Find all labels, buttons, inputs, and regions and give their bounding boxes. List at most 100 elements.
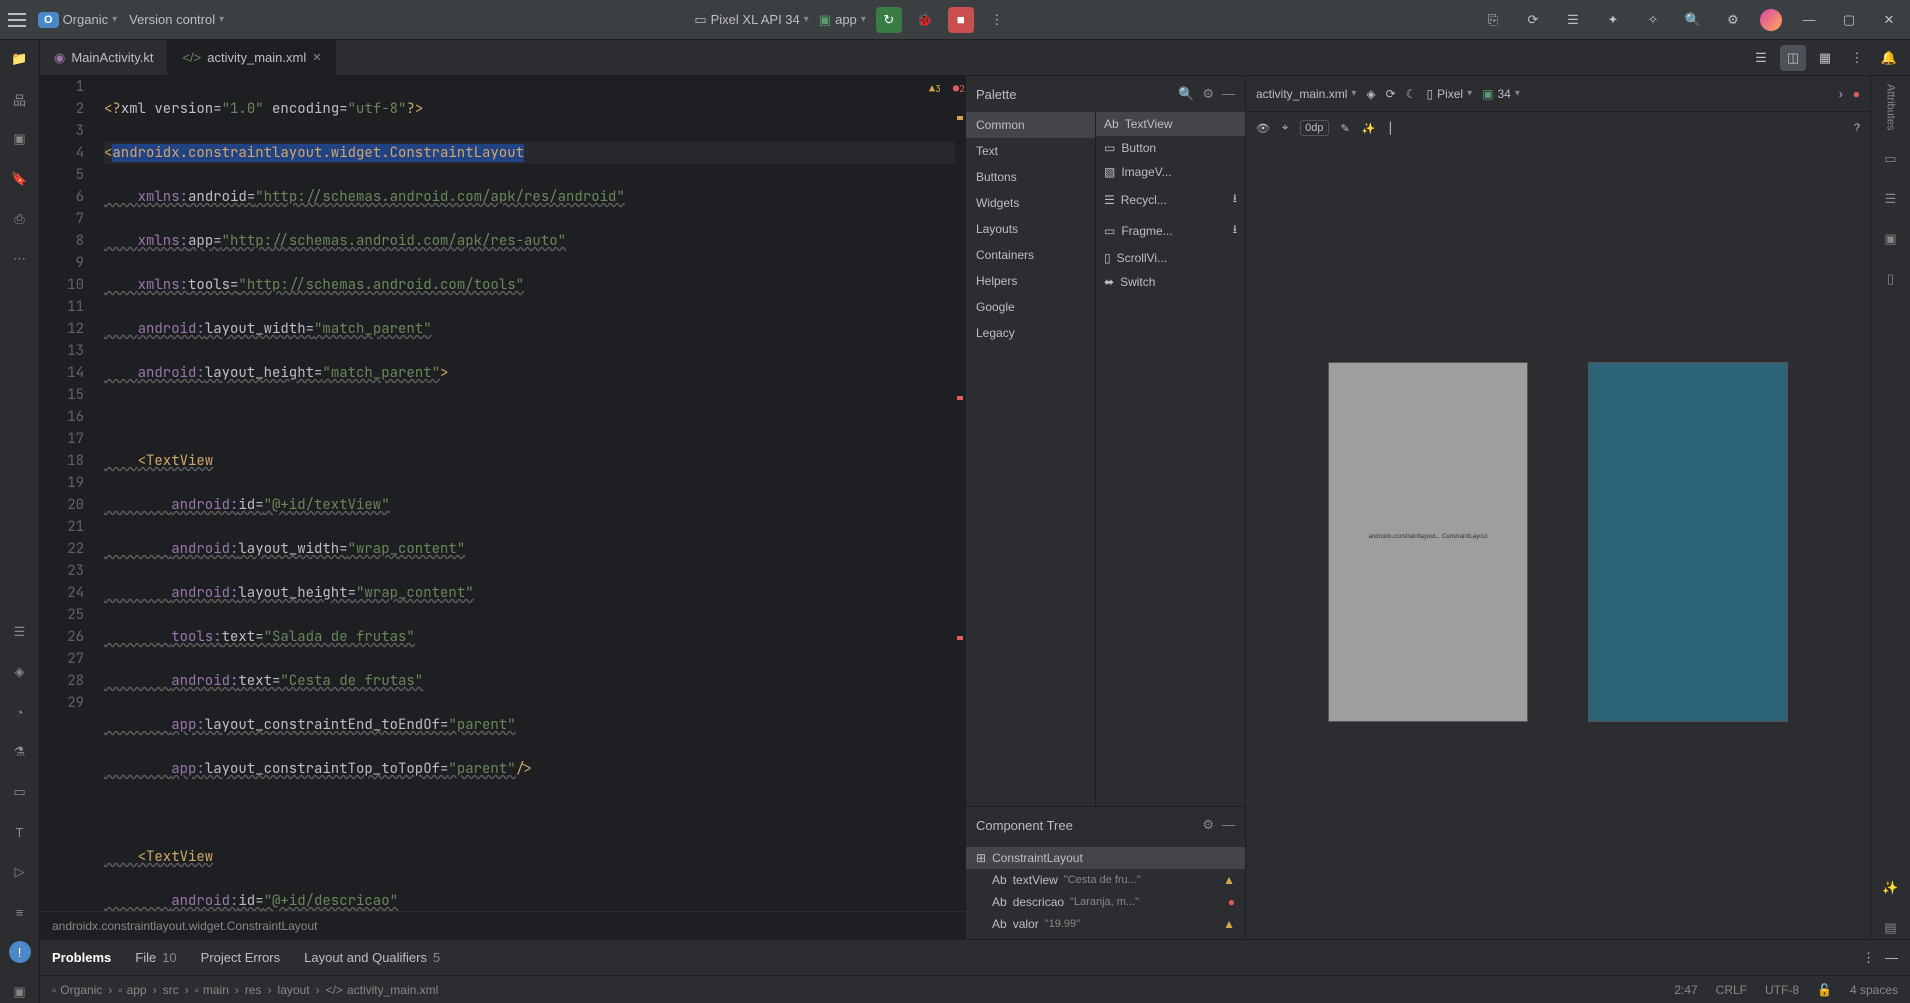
surface-icon[interactable]: ◈ xyxy=(1366,87,1375,101)
chevron-right-icon[interactable]: › xyxy=(1839,87,1843,101)
close-tab-icon[interactable]: ✕ xyxy=(312,51,321,64)
close-icon[interactable]: ✕ xyxy=(1876,7,1902,33)
crumb-project[interactable]: ▫ Organic xyxy=(52,983,102,997)
update-icon[interactable]: ⟳ xyxy=(1520,7,1546,33)
more-actions-button[interactable]: ⋮ xyxy=(984,7,1010,33)
device-dropdown[interactable]: ▯ Pixel ▾ xyxy=(1426,87,1472,101)
project-tool-icon[interactable]: 📁 xyxy=(9,48,31,70)
minimize-icon[interactable]: — xyxy=(1222,817,1235,833)
run-tool-icon[interactable]: ▷ xyxy=(9,861,31,883)
tree-row-textview[interactable]: Ab textView "Cesta de fru..." ▲ xyxy=(966,869,1245,891)
gradle-icon[interactable]: ☰ xyxy=(1880,188,1902,210)
error-stripe[interactable]: ●2 ▲3 xyxy=(955,76,965,911)
minimize-icon[interactable]: — xyxy=(1796,7,1822,33)
project-dropdown[interactable]: O Organic ▾ xyxy=(38,12,117,28)
tab-activity-main-xml[interactable]: </> activity_main.xml ✕ xyxy=(168,40,336,75)
favorites-tool-icon[interactable]: ◈ xyxy=(9,661,31,683)
settings-icon[interactable]: ⚙ xyxy=(1720,7,1746,33)
avatar[interactable] xyxy=(1760,9,1782,31)
stop-button[interactable]: ■ xyxy=(948,7,974,33)
device-selector[interactable]: ▭ Pixel XL API 34 ▾ xyxy=(694,12,808,28)
crumb-main[interactable]: ▫ main xyxy=(195,983,229,997)
error-icon[interactable]: ● xyxy=(1853,87,1860,101)
layout-validation-icon[interactable]: ▤ xyxy=(1880,917,1902,939)
readonly-icon[interactable]: 🔓 xyxy=(1817,983,1832,997)
problems-tool-icon[interactable]: ! xyxy=(9,941,31,963)
wand-icon[interactable]: ✨ xyxy=(1362,122,1376,135)
palette-cat-text[interactable]: Text xyxy=(966,138,1095,164)
palette-item-imageview[interactable]: ▧ImageV... xyxy=(1096,160,1245,184)
search-icon[interactable]: 🔍 xyxy=(1178,86,1194,102)
main-menu-icon[interactable] xyxy=(8,13,26,27)
device-preview-light[interactable]: androidx.constraintlayout... ConstraintL… xyxy=(1328,362,1528,722)
run-config-dropdown[interactable]: ▣ app ▾ xyxy=(819,12,866,28)
split-view-button[interactable]: ◫ xyxy=(1780,45,1806,71)
maximize-icon[interactable]: ▢ xyxy=(1836,7,1862,33)
resource-tool-icon[interactable]: ▣ xyxy=(9,128,31,150)
project-errors-tab[interactable]: Project Errors xyxy=(201,950,280,965)
palette-cat-google[interactable]: Google xyxy=(966,294,1095,320)
palette-cat-buttons[interactable]: Buttons xyxy=(966,164,1095,190)
database-tool-icon[interactable]: ⚗ xyxy=(9,741,31,763)
emulator-icon[interactable]: ▯ xyxy=(1880,268,1902,290)
more-tool-icon[interactable]: ⋯ xyxy=(9,248,31,270)
crumb-file[interactable]: </> activity_main.xml xyxy=(326,983,439,997)
eye-icon[interactable]: 👁 xyxy=(1256,122,1270,135)
magnet-icon[interactable]: ⌖ xyxy=(1282,122,1288,135)
line-separator[interactable]: CRLF xyxy=(1716,983,1747,997)
device-preview-blueprint[interactable] xyxy=(1588,362,1788,722)
download-icon[interactable]: ⭳ xyxy=(1233,189,1237,210)
wand-icon[interactable]: ✨ xyxy=(1880,877,1902,899)
editor-breadcrumb[interactable]: androidx.constraintlayout.widget.Constra… xyxy=(40,911,965,939)
indent[interactable]: 4 spaces xyxy=(1850,983,1898,997)
crumb-res[interactable]: res xyxy=(245,983,262,997)
code-text[interactable]: <?xml version="1.0" encoding="utf-8"?> <… xyxy=(96,76,955,911)
tree-row-valor[interactable]: Ab valor "19.99" ▲ xyxy=(966,913,1245,935)
vcs-dropdown[interactable]: Version control ▾ xyxy=(129,12,224,27)
crumb-layout[interactable]: layout xyxy=(278,983,310,997)
design-view-button[interactable]: ▦ xyxy=(1812,45,1838,71)
gear-icon[interactable]: ⚙ xyxy=(1202,817,1214,833)
design-canvas[interactable]: androidx.constraintlayout... ConstraintL… xyxy=(1246,144,1870,939)
debug-button[interactable]: 🐞 xyxy=(912,7,938,33)
tree-row-descricao[interactable]: Ab descricao "Laranja, m..." ● xyxy=(966,891,1245,913)
problems-tab[interactable]: Problems xyxy=(52,950,111,965)
code-view-button[interactable]: ☰ xyxy=(1748,45,1774,71)
minimize-icon[interactable]: — xyxy=(1222,86,1235,102)
inspect-icon[interactable]: ✧ xyxy=(1640,7,1666,33)
download-icon[interactable]: ⭳ xyxy=(1233,220,1237,241)
palette-item-button[interactable]: ▭Button xyxy=(1096,136,1245,160)
bookmarks-tool-icon[interactable]: 🔖 xyxy=(9,168,31,190)
crumb-src[interactable]: src xyxy=(163,983,179,997)
structure-tool-icon[interactable]: 品 xyxy=(9,88,31,110)
gear-icon[interactable]: ⚙ xyxy=(1202,86,1214,102)
device-tool-icon[interactable]: ▭ xyxy=(9,781,31,803)
tree-row-root[interactable]: ⊞ ConstraintLayout xyxy=(966,847,1245,869)
profiler-tool-icon[interactable]: ◔ xyxy=(9,701,31,723)
palette-item-textview[interactable]: AbTextView xyxy=(1096,112,1245,136)
attributes-label[interactable]: Attributes xyxy=(1885,84,1897,130)
bug-icon[interactable]: ✦ xyxy=(1600,7,1626,33)
palette-cat-helpers[interactable]: Helpers xyxy=(966,268,1095,294)
text-tool-icon[interactable]: T xyxy=(9,821,31,843)
palette-cat-common[interactable]: Common xyxy=(966,112,1095,138)
device-manager-icon[interactable]: ▭ xyxy=(1880,148,1902,170)
nightmode-icon[interactable]: ☾ xyxy=(1406,87,1417,101)
infer-icon[interactable]: ✎ xyxy=(1341,122,1350,135)
build-tool-icon[interactable]: ⎙ xyxy=(9,208,31,230)
minimize-icon[interactable]: — xyxy=(1885,950,1898,966)
tab-main-activity[interactable]: ◉ MainActivity.kt xyxy=(40,40,168,75)
palette-item-fragment[interactable]: ▭Fragme...⭳ xyxy=(1096,215,1245,246)
api-dropdown[interactable]: ▣ 34 ▾ xyxy=(1482,87,1520,101)
palette-cat-legacy[interactable]: Legacy xyxy=(966,320,1095,346)
palette-item-scrollview[interactable]: ▯ScrollVi... xyxy=(1096,246,1245,270)
encoding[interactable]: UTF-8 xyxy=(1765,983,1799,997)
code-editor[interactable]: 1234567891011121314151617181920212223242… xyxy=(40,76,965,911)
align-icon[interactable]: ⎮ xyxy=(1387,122,1393,135)
notifications-icon[interactable]: 🔔 xyxy=(1876,45,1902,71)
file-tab[interactable]: File10 xyxy=(135,950,176,965)
logcat-tool-icon[interactable]: ≡ xyxy=(9,901,31,923)
help-icon[interactable]: ? xyxy=(1854,122,1860,134)
todo-tool-icon[interactable]: ☰ xyxy=(9,621,31,643)
editor-options-button[interactable]: ⋮ xyxy=(1844,45,1870,71)
